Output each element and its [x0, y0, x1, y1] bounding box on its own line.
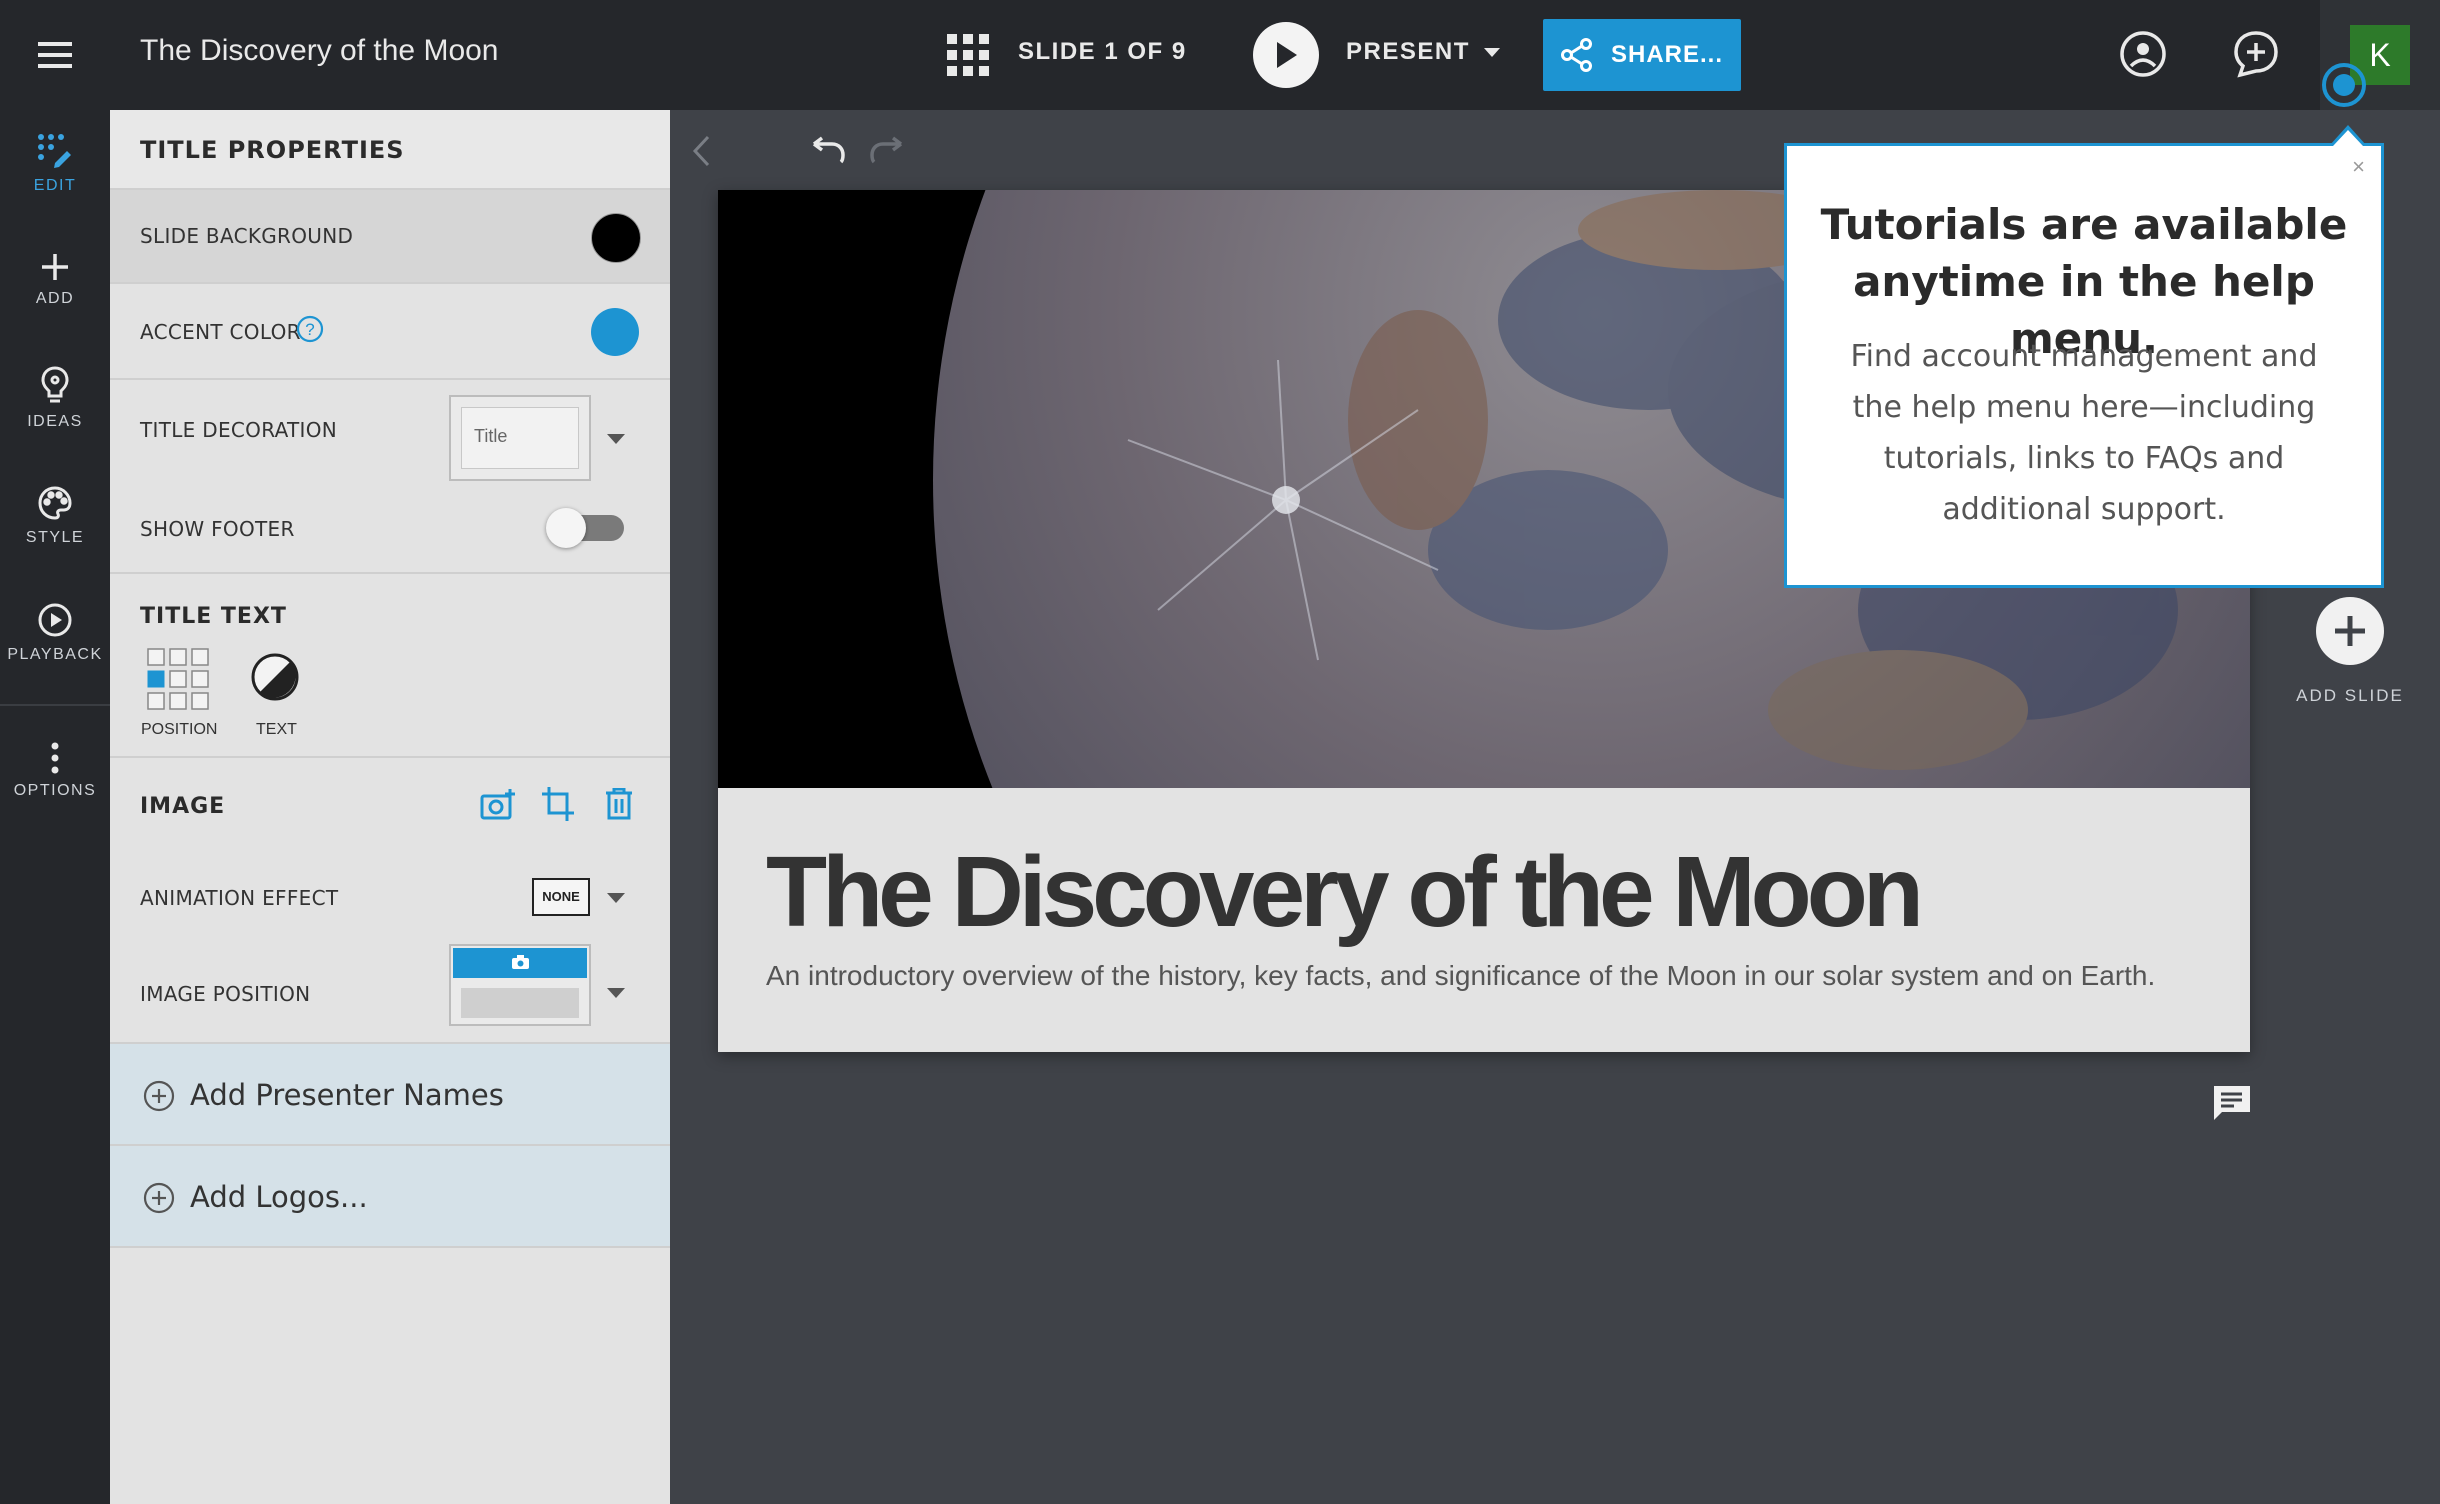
image-header: IMAGE: [140, 794, 226, 819]
image-row: IMAGE: [110, 758, 670, 854]
rail-label: ADD: [35, 290, 75, 307]
plus-icon: [2335, 616, 2365, 646]
tooltip-pointer-inner: [2333, 130, 2363, 146]
close-icon[interactable]: ×: [2352, 154, 2365, 180]
rail-label: OPTIONS: [13, 782, 97, 799]
add-presenter-names-label: Add Presenter Names: [190, 1078, 504, 1112]
left-rail: [0, 110, 110, 1504]
accent-color-label: ACCENT COLOR: [140, 320, 301, 344]
add-slide-button[interactable]: [2316, 597, 2384, 665]
edit-icon: [38, 134, 71, 168]
slide-subtitle[interactable]: An introductory overview of the history,…: [766, 960, 2155, 992]
image-position-preview-bottom: [461, 988, 579, 1018]
rail-item-add[interactable]: ADD: [0, 252, 110, 308]
text-contrast-icon[interactable]: [250, 652, 300, 707]
add-slide-label: ADD SLIDE: [2296, 686, 2404, 705]
slide-background-label: SLIDE BACKGROUND: [140, 224, 354, 248]
play-circle-icon: [38, 603, 72, 637]
rail-label: STYLE: [25, 529, 85, 546]
add-logos-label: Add Logos...: [190, 1180, 368, 1214]
rail-divider: [0, 704, 110, 706]
rail-item-options[interactable]: OPTIONS: [0, 742, 110, 800]
tutorial-hotspot[interactable]: [2322, 63, 2366, 107]
position-label: POSITION: [141, 721, 218, 738]
crop-icon[interactable]: [541, 786, 575, 822]
accent-color-row: ACCENT COLOR ?: [110, 284, 670, 380]
add-image-icon[interactable]: [480, 788, 516, 822]
slide-counter: SLIDE 1 OF 9: [1018, 38, 1187, 65]
rail-item-ideas[interactable]: IDEAS: [0, 365, 110, 431]
redo-icon[interactable]: [869, 134, 907, 164]
tooltip-body: Find account management and the help men…: [1850, 339, 2318, 527]
account-icon[interactable]: [2118, 29, 2168, 84]
rail-item-edit[interactable]: EDIT: [0, 133, 110, 195]
properties-panel: TITLE PROPERTIES SLIDE BACKGROUND ACCENT…: [110, 110, 670, 1504]
plus-icon: [42, 254, 68, 280]
show-footer-label: SHOW FOOTER: [140, 517, 295, 541]
document-title[interactable]: The Discovery of the Moon: [140, 34, 499, 68]
share-icon: [1560, 38, 1592, 72]
present-button[interactable]: PRESENT: [1346, 38, 1500, 66]
more-vertical-icon: [51, 742, 59, 774]
add-circle-icon: [143, 1182, 175, 1214]
toggle-knob: [546, 508, 586, 548]
chevron-down-icon[interactable]: [607, 893, 625, 903]
panel-header: TITLE PROPERTIES: [110, 110, 670, 190]
play-button[interactable]: [1253, 22, 1319, 88]
slide-background-swatch[interactable]: [591, 213, 641, 263]
show-footer-toggle[interactable]: [546, 508, 624, 548]
rail-label: IDEAS: [27, 413, 83, 430]
show-footer-row: SHOW FOOTER: [110, 478, 670, 574]
title-decoration-preview: Title: [461, 407, 579, 469]
rail-label: PLAYBACK: [7, 646, 103, 663]
help-icon[interactable]: ?: [295, 314, 325, 344]
accent-color-swatch[interactable]: [591, 308, 639, 356]
share-label: SHARE...: [1610, 41, 1723, 68]
add-circle-icon: [143, 1080, 175, 1112]
title-decoration-row: TITLE DECORATION Title: [110, 380, 670, 481]
rail-item-playback[interactable]: PLAYBACK: [0, 602, 110, 664]
chevron-down-icon: [1483, 47, 1500, 57]
animation-effect-label: ANIMATION EFFECT: [140, 886, 339, 910]
camera-icon: [512, 955, 529, 969]
image-position-label: IMAGE POSITION: [140, 982, 311, 1006]
lightbulb-icon: [41, 366, 69, 403]
image-position-select[interactable]: [449, 944, 591, 1026]
title-text-section: TITLE TEXT POSITION TEXT: [110, 574, 670, 758]
slide-title[interactable]: The Discovery of the Moon: [766, 835, 1924, 950]
animation-effect-row: ANIMATION EFFECT NONE: [110, 854, 670, 944]
add-comment-icon[interactable]: [2232, 29, 2280, 84]
svg-text:?: ?: [305, 320, 314, 339]
chevron-down-icon[interactable]: [607, 988, 625, 998]
image-position-preview-top: [453, 948, 587, 978]
present-label: PRESENT: [1346, 38, 1470, 65]
play-icon: [1277, 42, 1297, 68]
undo-icon[interactable]: [808, 134, 846, 164]
notes-icon[interactable]: [2212, 1084, 2252, 1127]
add-presenter-names-button[interactable]: Add Presenter Names: [110, 1044, 670, 1146]
panel-title: TITLE PROPERTIES: [140, 136, 405, 164]
animation-effect-select[interactable]: NONE: [532, 878, 590, 916]
image-position-row: IMAGE POSITION: [110, 944, 670, 1044]
trash-icon[interactable]: [605, 788, 633, 820]
collapse-panel-icon[interactable]: [690, 134, 712, 168]
palette-icon: [38, 486, 72, 520]
title-decoration-select[interactable]: Title: [449, 395, 591, 481]
title-decoration-label: TITLE DECORATION: [140, 418, 338, 442]
position-grid-icon[interactable]: [147, 648, 209, 715]
slide-background-row: SLIDE BACKGROUND: [110, 190, 670, 284]
slide-grid-icon[interactable]: [947, 34, 989, 81]
menu-icon[interactable]: [0, 0, 110, 110]
text-label: TEXT: [256, 721, 297, 738]
add-logos-button[interactable]: Add Logos...: [110, 1146, 670, 1248]
rail-label: EDIT: [33, 177, 77, 194]
title-text-header: TITLE TEXT: [140, 604, 287, 629]
rail-item-style[interactable]: STYLE: [0, 485, 110, 547]
chevron-down-icon[interactable]: [607, 434, 625, 444]
help-tooltip: × Tutorials are available anytime in the…: [1784, 143, 2384, 588]
share-button[interactable]: SHARE...: [1543, 19, 1741, 91]
